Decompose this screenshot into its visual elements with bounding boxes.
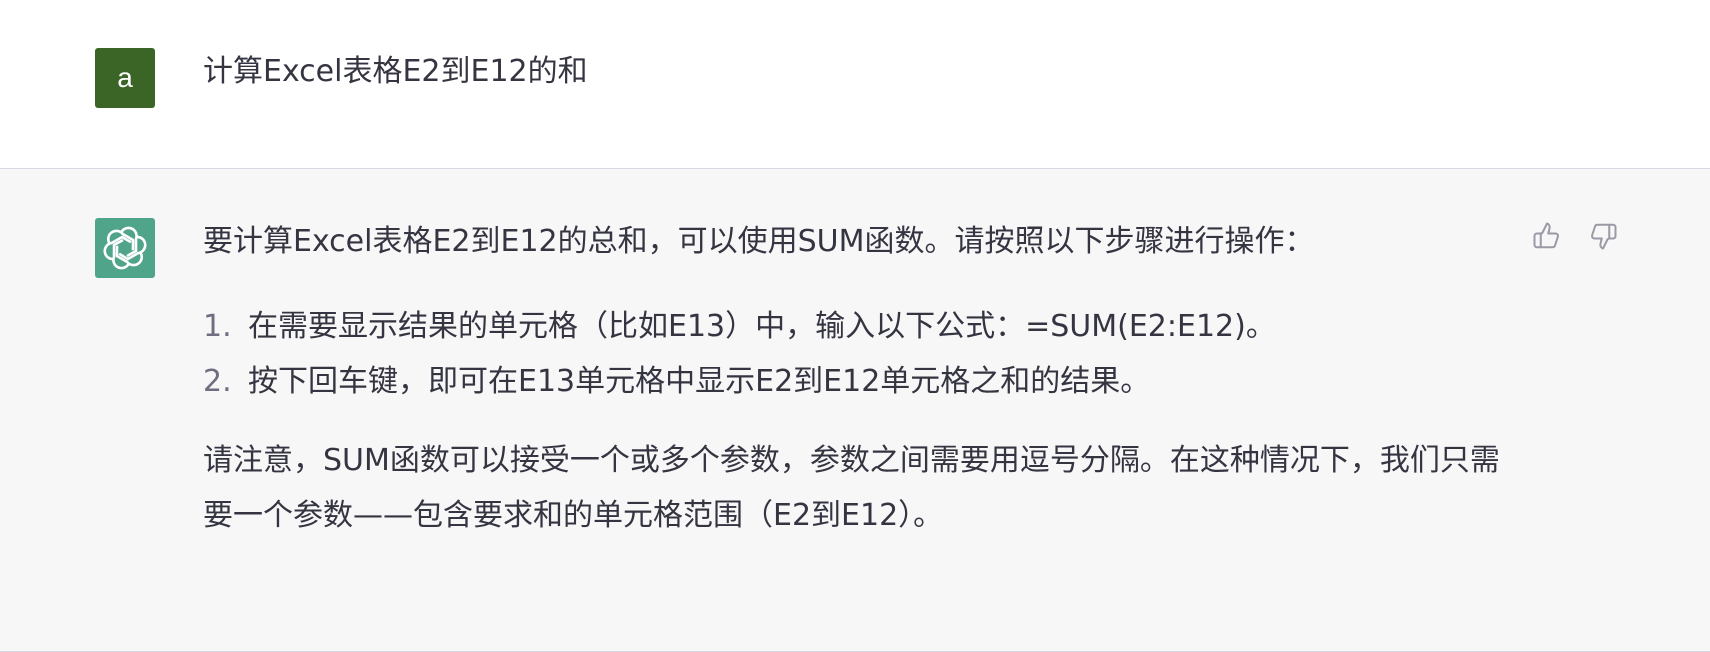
- list-item-text: 在需要显示结果的单元格（比如E13）中，输入以下公式：=SUM(E2:E12)。: [248, 309, 1276, 344]
- list-item: 1. 在需要显示结果的单元格（比如E13）中，输入以下公式：=SUM(E2:E1…: [203, 299, 1503, 354]
- feedback-buttons: [1530, 219, 1620, 253]
- openai-logo-icon: [103, 226, 147, 270]
- user-avatar-letter: a: [117, 62, 133, 93]
- list-item-text: 按下回车键，即可在E13单元格中显示E2到E12单元格之和的结果。: [248, 364, 1151, 399]
- list-item-number: 2.: [203, 364, 232, 399]
- list-item-number: 1.: [203, 309, 232, 344]
- assistant-note: 请注意，SUM函数可以接受一个或多个参数，参数之间需要用逗号分隔。在这种情况下，…: [203, 443, 1500, 533]
- assistant-message-row: 要计算Excel表格E2到E12的总和，可以使用SUM函数。请按照以下步骤进行操…: [0, 169, 1710, 652]
- user-avatar: a: [95, 48, 155, 108]
- thumbs-up-button[interactable]: [1530, 219, 1564, 253]
- assistant-intro: 要计算Excel表格E2到E12的总和，可以使用SUM函数。请按照以下步骤进行操…: [203, 224, 1315, 259]
- thumbs-down-icon: [1591, 223, 1617, 250]
- assistant-message-body: 要计算Excel表格E2到E12的总和，可以使用SUM函数。请按照以下步骤进行操…: [203, 214, 1503, 543]
- list-item: 2. 按下回车键，即可在E13单元格中显示E2到E12单元格之和的结果。: [203, 354, 1503, 409]
- thumbs-down-button[interactable]: [1586, 219, 1620, 253]
- steps-list: 1. 在需要显示结果的单元格（比如E13）中，输入以下公式：=SUM(E2:E1…: [203, 299, 1503, 409]
- thumbs-up-icon: [1533, 222, 1559, 249]
- user-message-row: a 计算Excel表格E2到E12的和: [0, 0, 1710, 169]
- assistant-avatar: [95, 218, 155, 278]
- user-message-text: 计算Excel表格E2到E12的和: [203, 54, 588, 89]
